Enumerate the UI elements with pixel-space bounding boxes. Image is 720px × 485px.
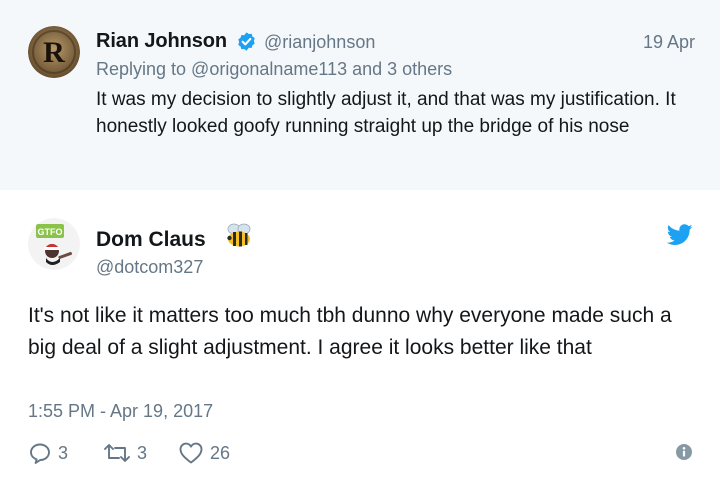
bee-icon [227,223,251,247]
tweet-date[interactable]: 19 Apr [643,32,695,53]
avatar-letter: R [43,36,65,69]
reply-count: 3 [58,442,69,463]
reply-icon [30,443,50,464]
tweet-timestamp[interactable]: 1:55 PM - Apr 19, 2017 [28,401,213,422]
like-icon [179,442,203,464]
tweet-text: It's not like it matters too much tbh du… [28,304,672,359]
avatar[interactable]: R [28,26,80,78]
like-count: 26 [210,442,231,463]
parent-tweet[interactable]: R Rian Johnson @rianjohnson 19 Apr Reply… [0,0,720,190]
verified-badge-icon [238,32,255,51]
reply-button[interactable]: 3 [28,438,68,468]
retweet-icon [104,444,130,462]
author-handle[interactable]: @dotcom327 [96,257,203,278]
twitter-bird-icon[interactable] [667,224,693,246]
retweet-count: 3 [137,442,148,463]
avatar-badge-text: GTFO [38,227,63,237]
replying-to[interactable]: Replying to @origonalname113 and 3 other… [96,59,452,80]
author-handle[interactable]: @rianjohnson [264,32,375,53]
author-name[interactable]: Dom Claus [96,228,206,252]
retweet-button[interactable]: 3 [103,438,147,468]
like-button[interactable]: 26 [178,438,230,468]
tweet-text: It was my decision to slightly adjust it… [96,89,676,137]
author-name[interactable]: Rian Johnson [96,30,227,53]
avatar[interactable]: GTFO [28,218,80,270]
tweet-actions: 3 3 26 [28,438,698,468]
info-icon[interactable] [676,444,692,460]
